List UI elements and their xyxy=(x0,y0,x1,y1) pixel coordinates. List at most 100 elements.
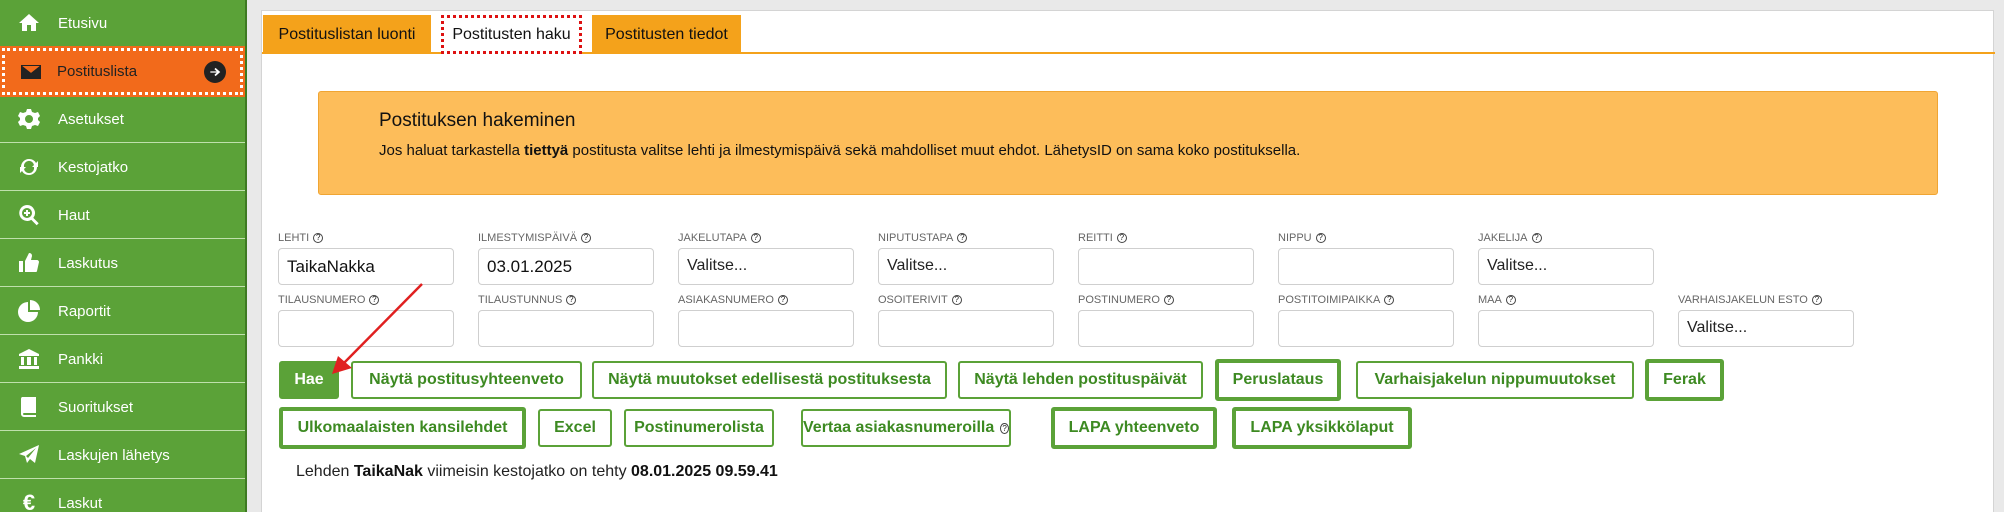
ilmestymispaiva-input[interactable]: 03.01.2025 xyxy=(478,248,654,285)
help-icon[interactable]: ? xyxy=(1000,422,1009,434)
nippu-input[interactable] xyxy=(1278,248,1454,285)
help-icon[interactable]: ? xyxy=(1315,233,1326,243)
field-jakelija: JAKELIJA? Valitse... xyxy=(1478,231,1654,285)
sidebar-item-label: Postituslista xyxy=(57,63,138,80)
sidebar-item-laskut[interactable]: € Laskut xyxy=(0,480,245,512)
maa-input[interactable] xyxy=(1478,310,1654,347)
envelope-icon xyxy=(5,60,57,84)
varhaisjakelun-nippumuutokset-button[interactable]: Varhaisjakelun nippumuutokset xyxy=(1356,361,1634,399)
sidebar-item-pankki[interactable]: Pankki xyxy=(0,336,245,383)
sidebar-item-label: Etusivu xyxy=(58,14,108,32)
nayta-muutokset-button[interactable]: Näytä muutokset edellisestä postituksest… xyxy=(592,361,947,399)
paper-plane-icon xyxy=(0,443,58,467)
field-label: TILAUSTUNNUS xyxy=(478,294,563,306)
lapa-yksikkolaput-button[interactable]: LAPA yksikkölaput xyxy=(1232,407,1412,449)
postinumero-input[interactable] xyxy=(1078,310,1254,347)
sidebar-item-haut[interactable]: Haut xyxy=(0,192,245,239)
field-label: JAKELIJA xyxy=(1478,232,1528,244)
help-icon[interactable]: ? xyxy=(1384,295,1395,305)
tab-bar: Postituslistan luonti Postitusten haku P… xyxy=(262,11,1995,54)
vertaa-asiakasnumeroilla-button[interactable]: Vertaa asiakasnumeroilla? xyxy=(801,409,1011,447)
sidebar-item-label: Pankki xyxy=(58,350,104,368)
field-label: VARHAISJAKELUN ESTO xyxy=(1678,294,1808,306)
sidebar-item-etusivu[interactable]: Etusivu xyxy=(0,0,245,47)
help-icon[interactable]: ? xyxy=(777,295,788,305)
sidebar-item-asetukset[interactable]: Asetukset xyxy=(0,96,245,143)
postitoimipaikka-input[interactable] xyxy=(1278,310,1454,347)
field-label: POSTINUMERO xyxy=(1078,294,1160,306)
field-label: LEHTI xyxy=(278,232,310,244)
sidebar-item-label: Suoritukset xyxy=(58,398,134,416)
field-asiakasnumero: ASIAKASNUMERO? xyxy=(678,293,854,347)
annotation-arrow xyxy=(332,283,423,374)
notice-title: Postituksen hakeminen xyxy=(379,110,576,131)
asiakasnumero-input[interactable] xyxy=(678,310,854,347)
help-icon[interactable]: ? xyxy=(313,233,324,243)
tilaustunnus-input[interactable] xyxy=(478,310,654,347)
arrow-right-circle-icon[interactable] xyxy=(204,60,226,83)
tab-postitusten-tiedot[interactable]: Postitusten tiedot xyxy=(592,15,741,54)
excel-button[interactable]: Excel xyxy=(538,409,612,447)
help-icon[interactable]: ? xyxy=(1505,295,1516,305)
nayta-postituspaivat-button[interactable]: Näytä lehden postituspäivät xyxy=(958,361,1203,399)
field-postitoimipaikka: POSTITOIMIPAIKKA? xyxy=(1278,293,1454,347)
help-icon[interactable]: ? xyxy=(750,233,761,243)
field-niputustapa: NIPUTUSTAPA? Valitse... xyxy=(878,231,1054,285)
ulkomaalaisten-kansilehdet-button[interactable]: Ulkomaalaisten kansilehdet xyxy=(279,407,526,449)
field-osoiterivit: OSOITERIVIT? xyxy=(878,293,1054,347)
gear-icon xyxy=(0,107,58,131)
osoiterivit-input[interactable] xyxy=(878,310,1054,347)
field-nippu: NIPPU? xyxy=(1278,231,1454,285)
sidebar: Etusivu Postituslista Asetukset Kestojat… xyxy=(0,0,247,512)
lapa-yhteenveto-button[interactable]: LAPA yhteenveto xyxy=(1051,407,1217,449)
pie-chart-icon xyxy=(0,299,58,323)
euro-icon: € xyxy=(22,490,36,512)
field-label: MAA xyxy=(1478,294,1502,306)
field-tilaustunnus: TILAUSTUNNUS? xyxy=(478,293,654,347)
field-label: NIPUTUSTAPA xyxy=(878,232,954,244)
zoom-in-icon xyxy=(0,203,58,227)
book-icon xyxy=(0,395,58,419)
home-icon xyxy=(0,11,58,35)
sidebar-item-label: Laskutus xyxy=(58,254,119,272)
sidebar-item-laskutus[interactable]: Laskutus xyxy=(0,240,245,287)
main-panel: Postituslistan luonti Postitusten haku P… xyxy=(261,10,1995,512)
refresh-icon xyxy=(0,155,58,179)
info-notice: Postituksen hakeminen Jos haluat tarkast… xyxy=(318,91,1938,195)
help-icon[interactable]: ? xyxy=(951,295,962,305)
button-label: Vertaa asiakasnumeroilla xyxy=(803,419,995,436)
reitti-input[interactable] xyxy=(1078,248,1254,285)
field-label: POSTITOIMIPAIKKA xyxy=(1278,294,1381,306)
tab-postituslistan-luonti[interactable]: Postituslistan luonti xyxy=(263,15,431,54)
peruslataus-button[interactable]: Peruslataus xyxy=(1215,359,1341,401)
ferak-button[interactable]: Ferak xyxy=(1645,359,1724,401)
help-icon[interactable]: ? xyxy=(566,295,577,305)
notice-text: Jos haluat tarkastella tiettyä postitust… xyxy=(379,142,1301,159)
tab-postitusten-haku[interactable]: Postitusten haku xyxy=(441,15,582,54)
jakelutapa-select[interactable]: Valitse... xyxy=(678,248,854,285)
sidebar-item-suoritukset[interactable]: Suoritukset xyxy=(0,384,245,431)
sidebar-item-kestojatko[interactable]: Kestojatko xyxy=(0,144,245,191)
field-varhaisjakelun-esto: VARHAISJAKELUN ESTO? Valitse... xyxy=(1678,293,1854,347)
jakelija-select[interactable]: Valitse... xyxy=(1478,248,1654,285)
sidebar-item-label: Asetukset xyxy=(58,110,124,128)
help-icon[interactable]: ? xyxy=(1811,295,1822,305)
varhaisjakelun-esto-select[interactable]: Valitse... xyxy=(1678,310,1854,347)
postinumerolista-button[interactable]: Postinumerolista xyxy=(624,409,774,447)
sidebar-item-laskujen-lahetys[interactable]: Laskujen lähetys xyxy=(0,432,245,479)
help-icon[interactable]: ? xyxy=(957,233,968,243)
help-icon[interactable]: ? xyxy=(581,233,592,243)
sidebar-item-raportit[interactable]: Raportit xyxy=(0,288,245,335)
field-label: REITTI xyxy=(1078,232,1113,244)
help-icon[interactable]: ? xyxy=(1116,233,1127,243)
field-label: OSOITERIVIT xyxy=(878,294,948,306)
niputustapa-select[interactable]: Valitse... xyxy=(878,248,1054,285)
sidebar-item-postituslista[interactable]: Postituslista xyxy=(0,46,245,97)
field-label: NIPPU xyxy=(1278,232,1312,244)
help-icon[interactable]: ? xyxy=(1163,295,1174,305)
field-postinumero: POSTINUMERO? xyxy=(1078,293,1254,347)
sidebar-item-label: Haut xyxy=(58,206,90,224)
field-reitti: REITTI? xyxy=(1078,231,1254,285)
help-icon[interactable]: ? xyxy=(1531,233,1542,243)
field-lehti: LEHTI? TaikaNakka xyxy=(278,231,454,285)
